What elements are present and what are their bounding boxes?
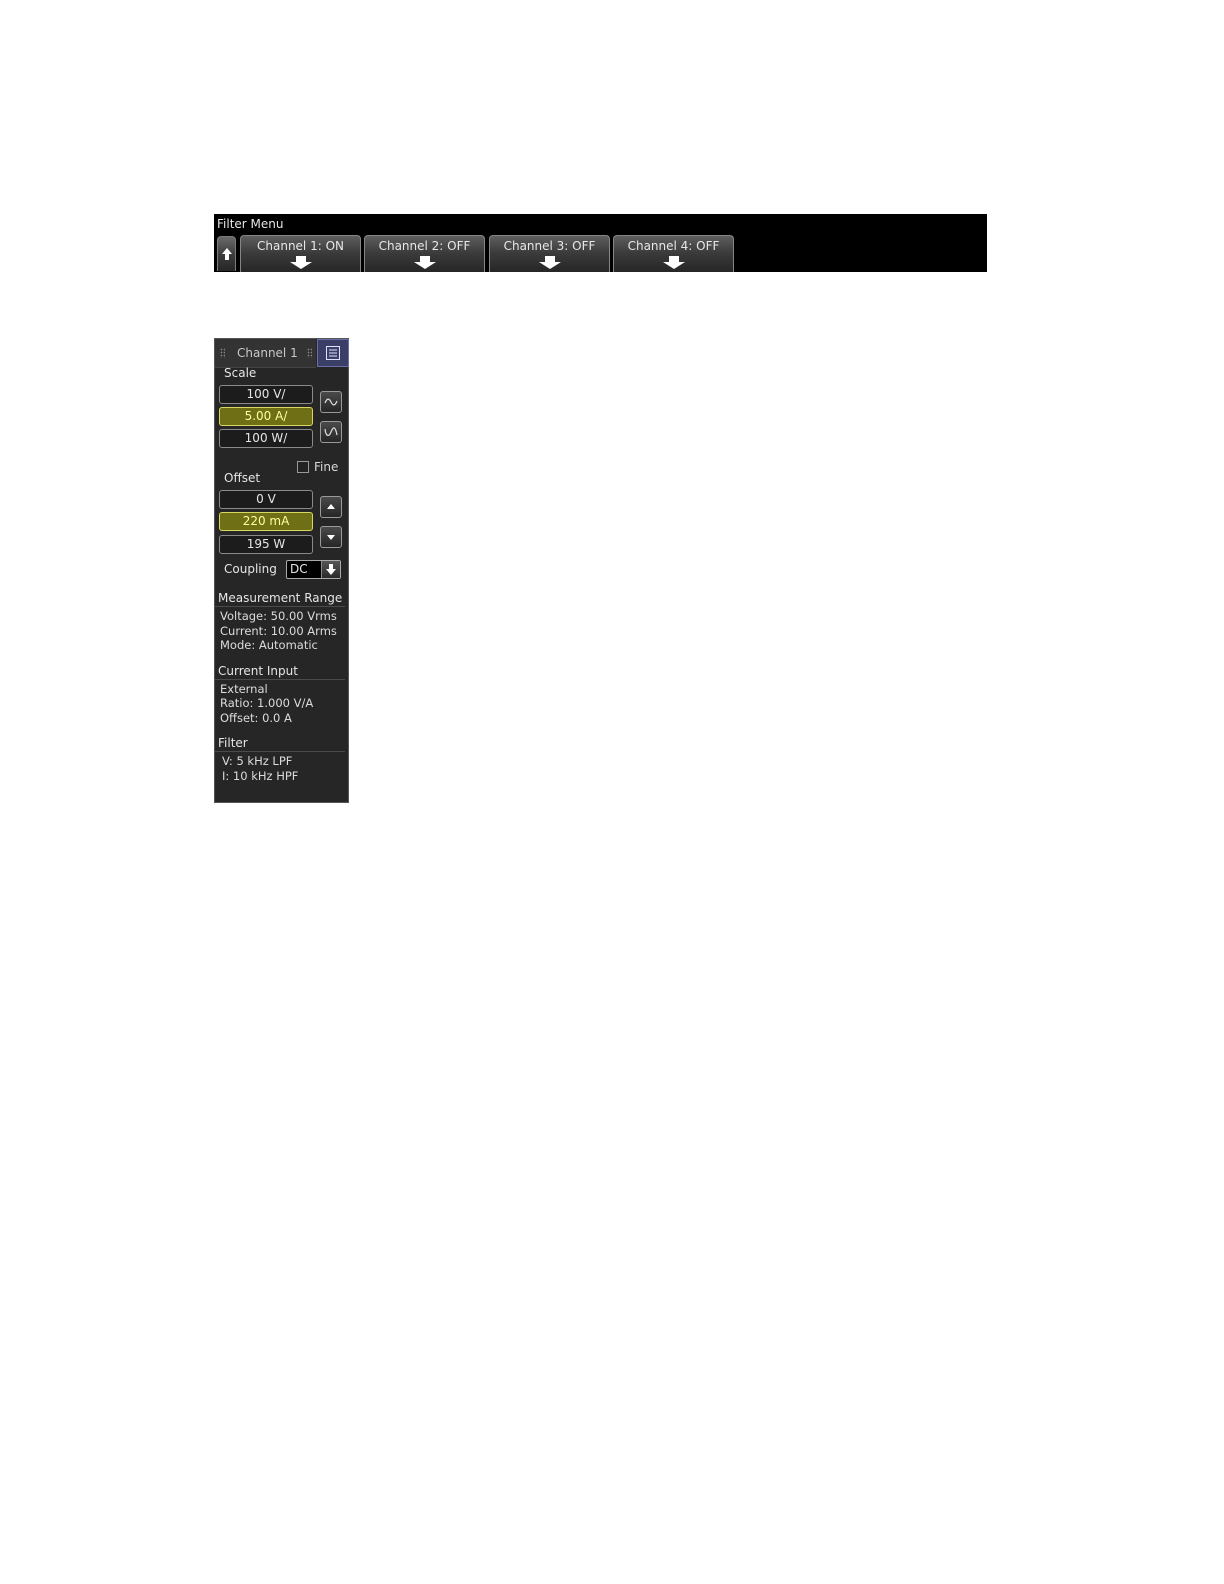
measurement-range-current: Current: 10.00 Arms <box>220 624 337 638</box>
scale-power-field[interactable]: 100 W/ <box>219 429 313 448</box>
offset-power-field[interactable]: 195 W <box>219 535 313 554</box>
filter-heading: Filter <box>215 736 345 752</box>
triangle-up-icon <box>327 504 335 509</box>
coupling-label: Coupling <box>224 562 277 576</box>
panel-title: Channel 1 <box>237 346 298 360</box>
offset-voltage-field[interactable]: 0 V <box>219 490 313 509</box>
sine-large-icon <box>324 427 338 436</box>
scale-voltage-field[interactable]: 100 V/ <box>219 385 313 404</box>
panel-menu-button[interactable] <box>317 339 349 367</box>
filter-voltage: V: 5 kHz LPF <box>222 754 293 768</box>
sine-small-icon <box>324 398 338 406</box>
scale-coarse-wave-button[interactable] <box>320 421 342 443</box>
softkey-channel-2[interactable]: Channel 2: OFF <box>364 235 485 272</box>
fine-label: Fine <box>314 460 339 474</box>
scale-label: Scale <box>224 366 257 380</box>
filter-current: I: 10 kHz HPF <box>222 769 299 783</box>
arrow-down-icon <box>326 564 336 575</box>
coupling-select[interactable]: DC <box>286 560 341 579</box>
offset-up-button[interactable] <box>320 496 342 518</box>
softkey-label: Channel 2: OFF <box>378 239 471 253</box>
arrow-down-icon <box>414 256 436 269</box>
fine-checkbox[interactable] <box>297 461 309 473</box>
scale-current-field[interactable]: 5.00 A/ <box>219 407 313 426</box>
menu-back-button[interactable] <box>217 236 236 271</box>
menu-title: Filter Menu <box>217 217 284 231</box>
softkey-label: Channel 4: OFF <box>627 239 720 253</box>
current-input-ratio: Ratio: 1.000 V/A <box>220 696 314 710</box>
arrow-up-icon <box>222 248 232 260</box>
softkey-channel-3[interactable]: Channel 3: OFF <box>489 235 610 272</box>
softkey-menu-bar: Filter Menu Channel 1: ON Channel 2: OFF… <box>214 214 987 272</box>
arrow-down-icon <box>663 256 685 269</box>
measurement-range-heading: Measurement Range <box>215 591 345 607</box>
arrow-down-icon <box>539 256 561 269</box>
scale-fine-wave-button[interactable] <box>320 391 342 413</box>
channel-panel: Channel 1 Scale 100 V/ 5.00 A/ 100 W/ Fi… <box>214 338 349 803</box>
softkey-channel-4[interactable]: Channel 4: OFF <box>613 235 734 272</box>
softkey-label: Channel 1: ON <box>257 239 344 253</box>
offset-down-button[interactable] <box>320 526 342 548</box>
softkey-channel-1[interactable]: Channel 1: ON <box>240 235 361 272</box>
current-input-heading: Current Input <box>215 664 345 680</box>
softkey-label: Channel 3: OFF <box>503 239 596 253</box>
measurement-range-voltage: Voltage: 50.00 Vrms <box>220 609 337 623</box>
dropdown-button[interactable] <box>321 561 340 578</box>
arrow-down-icon <box>290 256 312 269</box>
drag-grip-icon[interactable] <box>307 348 312 358</box>
triangle-down-icon <box>327 535 335 540</box>
list-icon <box>326 346 340 360</box>
drag-grip-icon[interactable] <box>220 348 225 358</box>
offset-label: Offset <box>224 471 261 485</box>
measurement-range-mode: Mode: Automatic <box>220 638 318 652</box>
coupling-value: DC <box>290 562 308 576</box>
current-input-offset: Offset: 0.0 A <box>220 711 292 725</box>
current-input-source: External <box>220 682 268 696</box>
panel-header[interactable]: Channel 1 <box>215 339 316 368</box>
offset-current-field[interactable]: 220 mA <box>219 512 313 531</box>
